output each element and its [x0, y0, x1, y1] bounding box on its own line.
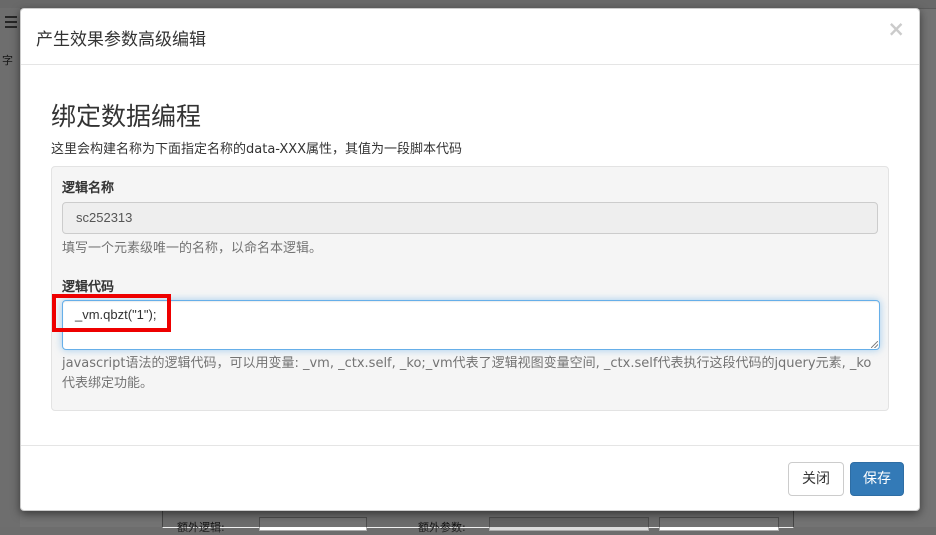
save-button[interactable]: 保存	[850, 462, 904, 496]
modal-footer: 关闭 保存	[21, 445, 919, 511]
close-button[interactable]: 关闭	[788, 462, 844, 496]
logic-code-label: 逻辑代码	[62, 280, 115, 295]
section-description: 这里会构建名称为下面指定名称的data-XXX属性，其值为一段脚本代码	[51, 142, 463, 157]
modal-header: 产生效果参数高级编辑 ×	[21, 9, 919, 65]
resize-grip-icon[interactable]	[871, 341, 878, 348]
logic-name-label: 逻辑名称	[62, 181, 115, 196]
logic-code-help: javascript语法的逻辑代码，可以用变量: _vm, _ctx.self,…	[62, 356, 872, 391]
advanced-edit-modal: 产生效果参数高级编辑 × 绑定数据编程 这里会构建名称为下面指定名称的data-…	[20, 8, 920, 511]
modal-title: 产生效果参数高级编辑	[36, 30, 206, 50]
logic-name-help: 填写一个元素级唯一的名称，以命名本逻辑。	[62, 241, 323, 256]
resize-grip-wrap	[871, 341, 878, 348]
section-title: 绑定数据编程	[51, 102, 202, 131]
modal-body: 绑定数据编程 这里会构建名称为下面指定名称的data-XXX属性，其值为一段脚本…	[21, 65, 919, 445]
logic-name-input[interactable]: sc252313	[62, 202, 878, 234]
form-panel: 逻辑名称 sc252313 填写一个元素级唯一的名称，以命名本逻辑。 逻辑代码 …	[51, 166, 889, 411]
close-icon[interactable]: ×	[887, 19, 905, 40]
logic-code-textarea[interactable]: _vm.qbzt("1");	[62, 300, 880, 350]
